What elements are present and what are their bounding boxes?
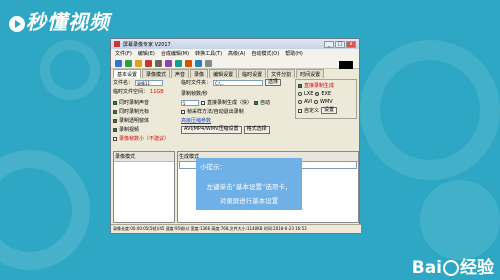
tab-record[interactable]: 录像 bbox=[190, 69, 209, 78]
brand-text: 秒懂视频 bbox=[26, 10, 110, 34]
direct-record-label: 直接录制生成 bbox=[304, 83, 335, 89]
temp-folder-label: 临时文件夹： bbox=[181, 80, 212, 86]
format-lxe-label: LXE bbox=[304, 91, 314, 97]
fps-label: 录制帧数/秒 bbox=[181, 91, 208, 97]
filename-input[interactable]: 录像11 bbox=[135, 79, 164, 86]
edit-icon[interactable] bbox=[175, 60, 182, 67]
recording-list[interactable]: 录像模式 bbox=[113, 151, 175, 223]
compression-settings-button[interactable]: AVI/MP4/WMV压缩设置 bbox=[181, 126, 242, 134]
tip-line-1: 左键单击“基本设置”选项卡， bbox=[206, 183, 292, 191]
menu-compose[interactable]: 合成编辑(M) bbox=[161, 50, 189, 57]
format-lxe-radio[interactable] bbox=[298, 92, 302, 96]
option1-label: 直接录制生成（快） bbox=[207, 100, 253, 106]
format-settings-button[interactable]: 设置 bbox=[321, 107, 338, 114]
advanced-compression-link[interactable]: 高级压缩参数 bbox=[181, 117, 211, 124]
option1-checkbox[interactable] bbox=[201, 100, 205, 105]
filename-label: 文件名： bbox=[113, 80, 134, 86]
middle-settings-panel: 临时文件夹： C:\... 选择 录制帧数/秒 5 直接录制生成（快） 自动 帧… bbox=[181, 79, 291, 149]
format-wmv-label: WMV bbox=[320, 99, 333, 105]
custom-format-label: 自定义 bbox=[304, 108, 320, 114]
low-fps-label: 录像帧数小（不建议） bbox=[119, 136, 170, 142]
decor-circle bbox=[420, 180, 500, 260]
maximize-button[interactable]: □ bbox=[335, 40, 345, 48]
decor-circle bbox=[0, 150, 90, 270]
option2-checkbox[interactable] bbox=[181, 109, 185, 114]
direct-record-checkbox[interactable] bbox=[298, 83, 302, 88]
tip-line-2: 对录屏进行基本设置 bbox=[219, 197, 279, 205]
watermark: Bai 经验 bbox=[412, 253, 494, 278]
app-icon bbox=[114, 41, 120, 47]
auto-checkbox[interactable] bbox=[254, 100, 259, 105]
tab-sound[interactable]: 声音 bbox=[171, 69, 190, 78]
format-wmv-radio[interactable] bbox=[314, 100, 318, 104]
format-select-button[interactable]: 格式选择 bbox=[243, 126, 270, 134]
preview-box bbox=[339, 61, 353, 69]
record-video-checkbox[interactable] bbox=[113, 127, 117, 132]
menu-edit[interactable]: 编辑(E) bbox=[138, 50, 155, 57]
tab-edit-settings[interactable]: 编辑设置 bbox=[209, 69, 238, 78]
tip-box: 小提示： 左键单击“基本设置”选项卡， 对录屏进行基本设置 bbox=[196, 158, 302, 210]
menu-tools[interactable]: 转换工具(T) bbox=[195, 50, 222, 57]
format-avi-label: AVI bbox=[304, 99, 312, 105]
convert-icon[interactable] bbox=[185, 60, 192, 67]
tip-title: 小提示： bbox=[200, 163, 226, 171]
watermark-text: Bai bbox=[411, 258, 442, 278]
window-title: 屏幕录像专家 V2017 bbox=[123, 41, 171, 48]
settings-icon[interactable] bbox=[195, 60, 202, 67]
format-avi-radio[interactable] bbox=[298, 100, 302, 104]
tab-time-settings[interactable]: 时间设置 bbox=[296, 69, 325, 78]
open-icon[interactable] bbox=[115, 60, 122, 67]
status-bar: 录像长度:00:00:05(5帧)/45 速度:95帧(s) 宽度:1366 高… bbox=[111, 224, 361, 233]
watermark-suffix: 经验 bbox=[460, 258, 494, 278]
title-bar: 屏幕录像专家 V2017 _ □ x bbox=[111, 39, 359, 49]
recording-list-header: 录像模式 bbox=[114, 152, 174, 162]
browse-button[interactable]: 选择 bbox=[265, 79, 282, 86]
record-cursor-label: 同时录制光标 bbox=[119, 109, 150, 115]
tab-temp-settings[interactable]: 临时设置 bbox=[238, 69, 267, 78]
menu-auto[interactable]: 自动模式(O) bbox=[251, 50, 279, 57]
left-settings-panel: 文件名： 录像11 临时文件空间： 11GB 同时录制声音 同时录制光标 录制透… bbox=[113, 79, 177, 149]
format-exe-label: EXE bbox=[321, 91, 332, 97]
help-icon[interactable] bbox=[205, 60, 212, 67]
brand-logo: 秒懂视频 bbox=[8, 6, 110, 35]
custom-format-checkbox[interactable] bbox=[298, 108, 302, 113]
disk-space-value: 11GB bbox=[150, 88, 164, 95]
tab-basic-settings[interactable]: 基本设置 bbox=[113, 69, 142, 78]
record-video-label: 录制视频 bbox=[119, 127, 140, 133]
play-icon[interactable] bbox=[165, 60, 172, 67]
decor-circle bbox=[360, 40, 500, 180]
record-sound-checkbox[interactable] bbox=[113, 100, 117, 105]
record-transparent-checkbox[interactable] bbox=[113, 118, 117, 123]
temp-folder-input[interactable]: C:\... bbox=[213, 79, 264, 86]
action-buttons: AVI/MP4/WMV压缩设置 格式选择 bbox=[181, 126, 270, 134]
tab-record-mode[interactable]: 录像模式 bbox=[142, 69, 171, 78]
output-format-panel: 直接录制生成 LXE EXE AVI WMV 自定义 设置 bbox=[295, 79, 357, 119]
fps-input[interactable]: 5 bbox=[181, 99, 199, 106]
minimize-button[interactable]: _ bbox=[324, 40, 334, 48]
option2-label: 帧采样方法/自动退出录制 bbox=[187, 109, 244, 115]
disk-space-label: 临时文件空间： bbox=[113, 89, 149, 95]
decor-circle bbox=[40, 40, 100, 100]
menu-advanced[interactable]: 高级(A) bbox=[228, 50, 245, 57]
menu-file[interactable]: 文件(F) bbox=[115, 50, 132, 57]
folder-icon[interactable] bbox=[135, 60, 142, 67]
tab-file-split[interactable]: 文件分割 bbox=[267, 69, 296, 78]
menu-bar: 文件(F) 编辑(E) 合成编辑(M) 转换工具(T) 高级(A) 自动模式(O… bbox=[111, 49, 359, 58]
tab-bar: 基本设置 录像模式 声音 录像 编辑设置 临时设置 文件分割 时间设置 bbox=[111, 69, 361, 78]
low-fps-checkbox[interactable] bbox=[113, 136, 117, 141]
save-icon[interactable] bbox=[125, 60, 132, 67]
menu-help[interactable]: 帮助(H) bbox=[285, 50, 303, 57]
close-button[interactable]: x bbox=[346, 40, 356, 48]
paw-icon bbox=[443, 260, 459, 276]
stop-icon[interactable] bbox=[155, 60, 162, 67]
record-icon[interactable] bbox=[145, 60, 152, 67]
play-icon bbox=[9, 15, 25, 32]
record-cursor-checkbox[interactable] bbox=[113, 109, 117, 114]
window-controls: _ □ x bbox=[324, 40, 356, 48]
toolbar bbox=[111, 58, 359, 69]
auto-label: 自动 bbox=[260, 100, 271, 106]
format-exe-radio[interactable] bbox=[315, 92, 320, 96]
record-sound-label: 同时录制声音 bbox=[119, 100, 150, 106]
record-transparent-label: 录制透明窗体 bbox=[119, 118, 150, 124]
